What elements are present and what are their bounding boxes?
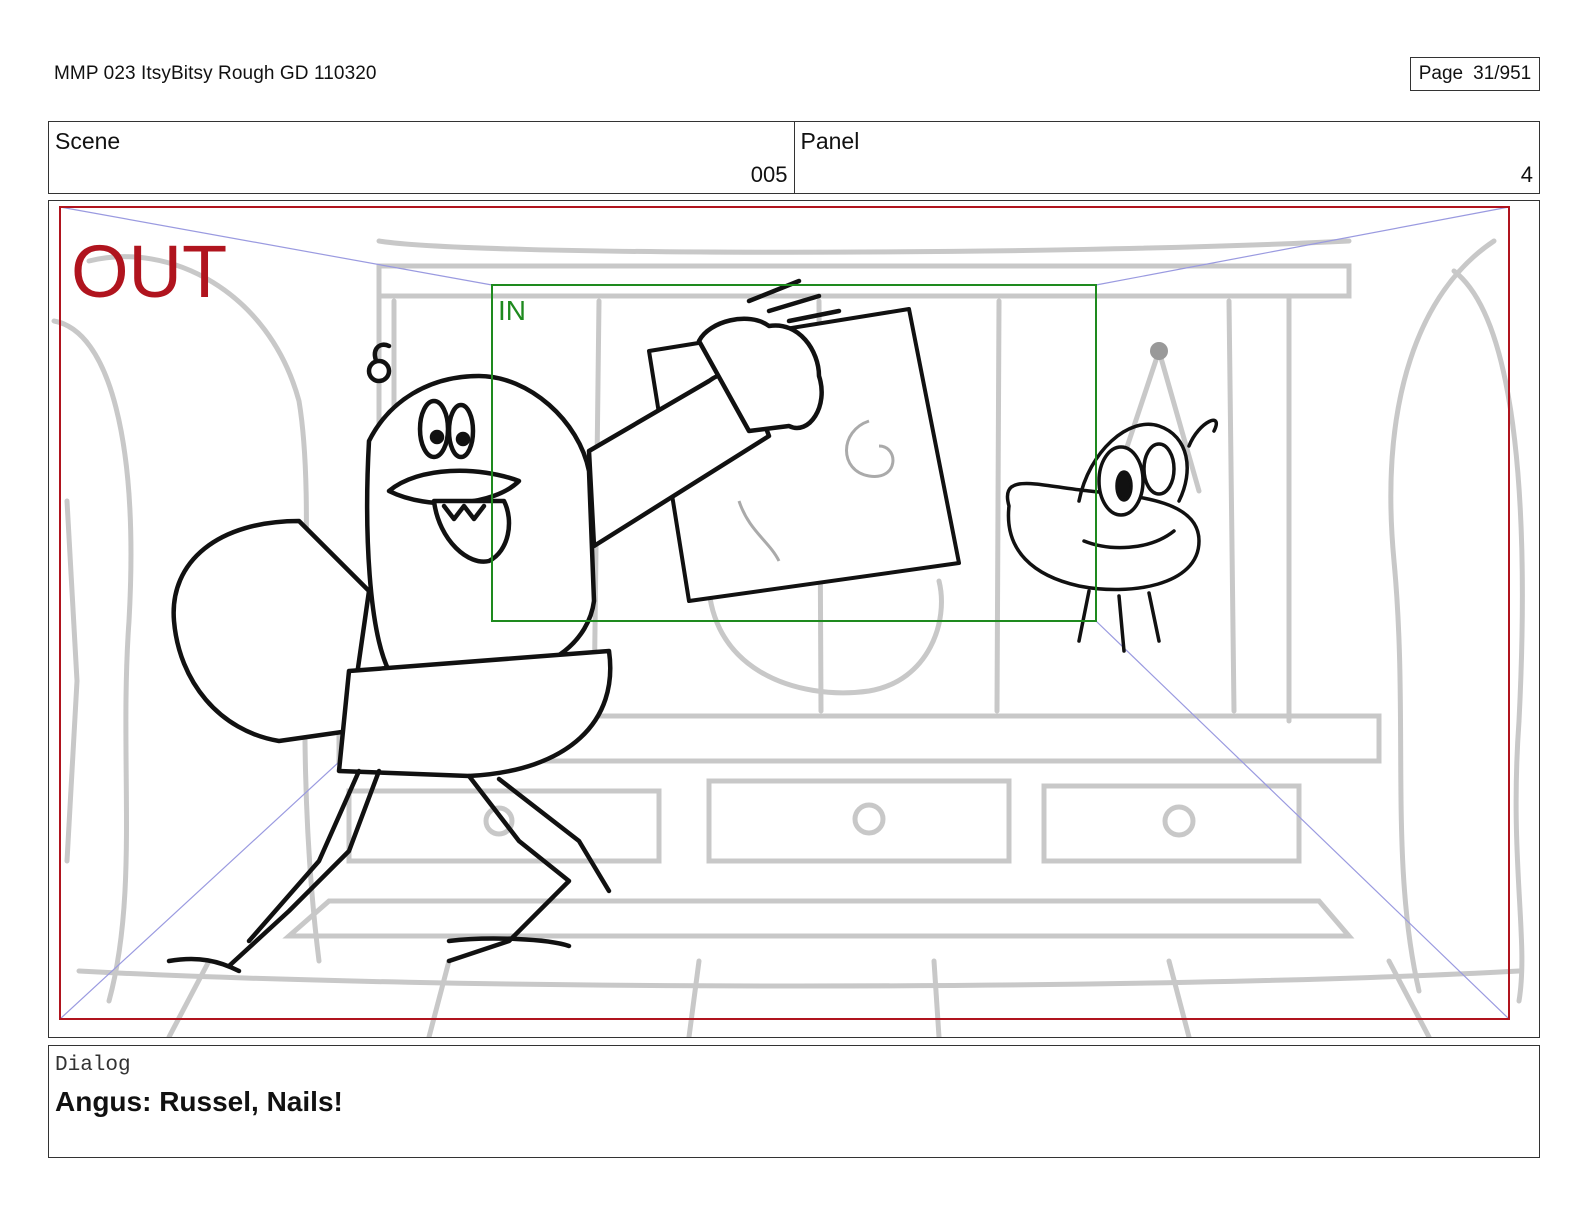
panel-artwork: OUT IN <box>51 206 1525 1037</box>
doc-title: MMP 023 ItsyBitsy Rough GD 110320 <box>54 63 377 84</box>
panel-value: 4 <box>1520 162 1533 187</box>
dialog-text: Angus: Russel, Nails! <box>55 1086 343 1117</box>
storyboard-panel: OUT IN <box>48 200 1540 1038</box>
panel-cell: Panel 4 <box>793 122 1540 193</box>
scene-label: Scene <box>55 128 121 154</box>
page-indicator: Page 31/951 <box>1410 57 1540 91</box>
small-round-character <box>1005 418 1218 653</box>
in-label: IN <box>498 295 526 326</box>
scene-value: 005 <box>750 162 788 187</box>
page-number: 31/951 <box>1473 63 1532 84</box>
meta-row: Scene 005 Panel 4 <box>48 121 1540 194</box>
dialog-label: Dialog <box>55 1054 131 1077</box>
scene-cell: Scene 005 <box>49 122 794 193</box>
out-label: OUT <box>71 230 227 313</box>
page-label: Page <box>1418 63 1464 84</box>
dialog-box: Dialog Angus: Russel, Nails! <box>48 1045 1540 1158</box>
panel-label: Panel <box>800 128 860 154</box>
large-man-character <box>166 278 842 974</box>
